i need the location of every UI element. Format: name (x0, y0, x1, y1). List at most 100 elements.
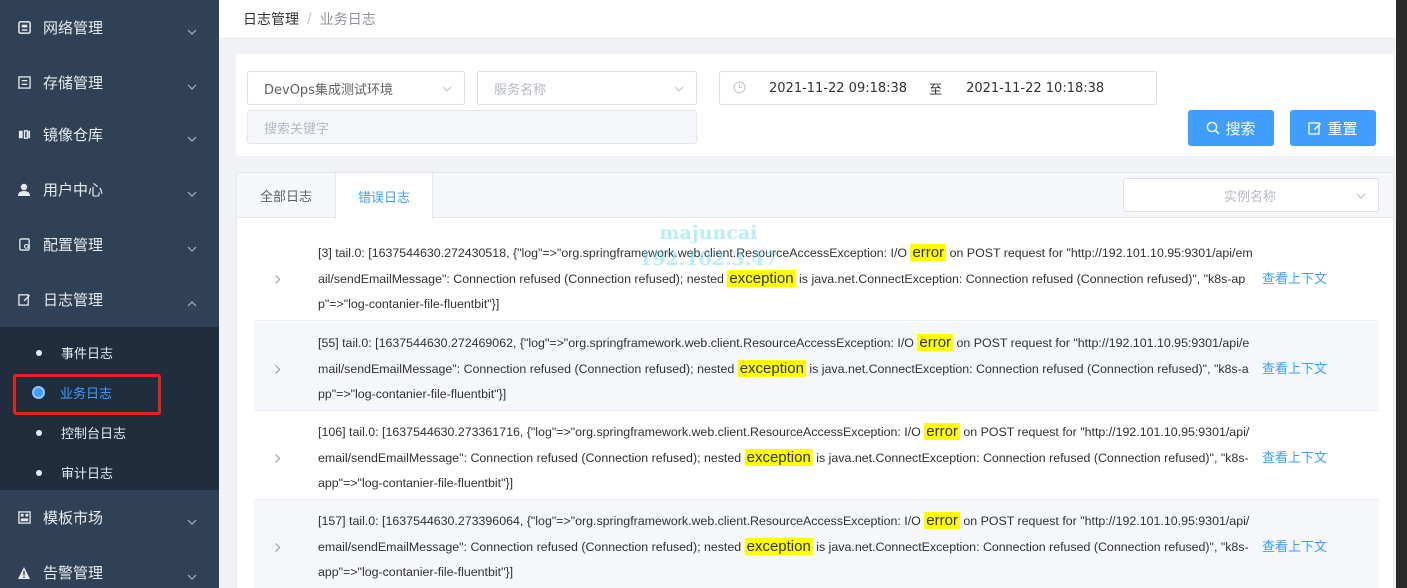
sidebar-item-log[interactable]: 日志管理 (0, 272, 219, 327)
view-context-link[interactable]: 查看上下文 (1262, 447, 1327, 466)
keyword-highlight: error (917, 334, 954, 351)
sidebar-subitem-label: 业务日志 (60, 387, 113, 402)
sidebar-item-label: 用户中心 (43, 181, 104, 199)
template-icon (17, 511, 31, 525)
tab-error-logs[interactable]: 错误日志 (335, 173, 433, 219)
filter-panel: DevOps集成测试环境 服务名称 搜索关键字 2021-11-22 09:18… (236, 54, 1394, 156)
view-context-link[interactable]: 查看上下文 (1262, 536, 1327, 555)
keyword-highlight: exception (744, 449, 813, 466)
breadcrumb-current: 业务日志 (319, 12, 376, 28)
keyword-highlight: exception (727, 270, 796, 287)
log-text: [55] tail.0: [1637544630.272469062, {"lo… (318, 336, 918, 350)
chevron-down-icon (187, 130, 197, 142)
date-end[interactable]: 2021-11-22 10:18:38 (966, 81, 1104, 96)
sidebar-item-template-market[interactable]: 模板市场 (0, 490, 219, 545)
chevron-down-icon (187, 78, 197, 90)
date-range-picker[interactable]: 2021-11-22 09:18:38 至 2021-11-22 10:18:3… (719, 71, 1157, 105)
log-tabs: 全部日志 错误日志 实例名称 (237, 173, 1393, 219)
chevron-down-icon (187, 513, 197, 525)
sidebar-item-image-repo[interactable]: 镜像仓库 (0, 107, 219, 162)
sidebar-item-label: 镜像仓库 (43, 126, 104, 144)
sidebar-item-storage[interactable]: 存储管理 (0, 55, 219, 110)
log-row: [106] tail.0: [1637544630.273361716, {"l… (254, 411, 1379, 500)
chevron-right-icon[interactable] (274, 538, 284, 552)
keyword-highlight: exception (744, 538, 813, 555)
view-context-link[interactable]: 查看上下文 (1262, 358, 1327, 377)
chevron-down-icon (187, 240, 197, 252)
edit-icon (1308, 122, 1322, 135)
storage-icon (17, 76, 31, 90)
sidebar-item-label: 模板市场 (43, 509, 104, 527)
user-icon (17, 183, 31, 197)
search-button-label: 搜索 (1225, 119, 1256, 138)
breadcrumb: 日志管理 / 业务日志 (219, 0, 1396, 39)
keyword-highlight: exception (737, 360, 806, 377)
breadcrumb-separator: / (307, 11, 312, 27)
log-message: [157] tail.0: [1637544630.273396064, {"l… (318, 508, 1253, 585)
clock-icon (733, 81, 747, 95)
bullet-icon (34, 388, 43, 397)
sidebar-item-label: 告警管理 (43, 564, 104, 582)
chevron-right-icon[interactable] (274, 449, 284, 463)
sidebar-item-label: 网络管理 (43, 19, 104, 37)
keyword-input-placeholder: 搜索关键字 (264, 121, 330, 137)
log-row: [157] tail.0: [1637544630.273396064, {"l… (254, 500, 1379, 588)
chevron-down-icon (187, 23, 197, 35)
sidebar-item-user-center[interactable]: 用户中心 (0, 162, 219, 217)
keyword-highlight: error (910, 244, 947, 261)
chevron-right-icon[interactable] (274, 270, 284, 284)
sidebar-item-label: 配置管理 (43, 236, 104, 254)
log-text: [3] tail.0: [1637544630.272430518, {"log… (318, 246, 911, 260)
chevron-right-icon[interactable] (274, 360, 284, 374)
keyword-highlight: error (924, 512, 960, 529)
sidebar-subitem-audit-log[interactable]: 审计日志 (0, 452, 219, 493)
sidebar-subitem-label: 事件日志 (61, 347, 114, 362)
keyword-input[interactable]: 搜索关键字 (247, 110, 697, 144)
date-range-separator: 至 (929, 82, 943, 98)
server-icon (17, 21, 31, 35)
log-row: [3] tail.0: [1637544630.272430518, {"log… (254, 232, 1379, 321)
log-submenu: 事件日志 业务日志 控制台日志 审计日志 (0, 327, 219, 490)
chevron-down-icon (1356, 190, 1366, 200)
config-icon (17, 238, 31, 252)
edit-icon (17, 293, 31, 307)
sidebar-item-config[interactable]: 配置管理 (0, 217, 219, 272)
log-text: [106] tail.0: [1637544630.273361716, {"l… (318, 425, 925, 439)
log-message: [55] tail.0: [1637544630.272469062, {"lo… (318, 330, 1253, 407)
tab-label: 全部日志 (259, 190, 312, 205)
chevron-down-icon (674, 83, 684, 93)
sidebar-item-network[interactable]: 网络管理 (0, 0, 219, 55)
sidebar-subitem-console-log[interactable]: 控制台日志 (0, 412, 219, 453)
sidebar-item-label: 日志管理 (43, 291, 104, 309)
bullet-icon (36, 349, 42, 356)
view-context-link[interactable]: 查看上下文 (1262, 268, 1327, 287)
keyword-highlight: error (924, 423, 960, 440)
search-button[interactable]: 搜索 (1188, 110, 1274, 146)
service-select[interactable]: 服务名称 (477, 71, 697, 105)
instance-select[interactable]: 实例名称 (1123, 178, 1379, 212)
environment-select-value: DevOps集成测试环境 (264, 82, 393, 98)
sidebar-subitem-business-log[interactable]: 业务日志 (0, 372, 219, 413)
sidebar-subitem-label: 审计日志 (61, 467, 114, 482)
log-row: [55] tail.0: [1637544630.272469062, {"lo… (254, 322, 1379, 411)
tab-all-logs[interactable]: 全部日志 (237, 173, 335, 218)
sidebar-item-alert[interactable]: 告警管理 (0, 545, 219, 588)
chevron-down-icon (442, 83, 452, 93)
sidebar-subitem-event-log[interactable]: 事件日志 (0, 332, 219, 373)
log-message: [106] tail.0: [1637544630.273361716, {"l… (318, 419, 1253, 496)
date-start[interactable]: 2021-11-22 09:18:38 (769, 81, 907, 96)
log-panel: 全部日志 错误日志 实例名称 [3] tail.0: [1637544630.2… (236, 172, 1394, 588)
breadcrumb-parent[interactable]: 日志管理 (243, 9, 299, 29)
window-scrollbar[interactable] (1396, 0, 1407, 588)
service-select-placeholder: 服务名称 (494, 82, 547, 98)
chevron-down-icon (187, 185, 197, 197)
reset-button[interactable]: 重置 (1290, 110, 1376, 146)
instance-select-placeholder: 实例名称 (1224, 189, 1277, 205)
sidebar-item-label: 存储管理 (43, 74, 104, 92)
environment-select[interactable]: DevOps集成测试环境 (247, 71, 465, 105)
log-message: [3] tail.0: [1637544630.272430518, {"log… (318, 240, 1253, 317)
image-repo-icon (17, 128, 31, 142)
bullet-icon (36, 469, 42, 476)
tab-label: 错误日志 (357, 190, 410, 206)
chevron-down-icon (187, 568, 197, 580)
